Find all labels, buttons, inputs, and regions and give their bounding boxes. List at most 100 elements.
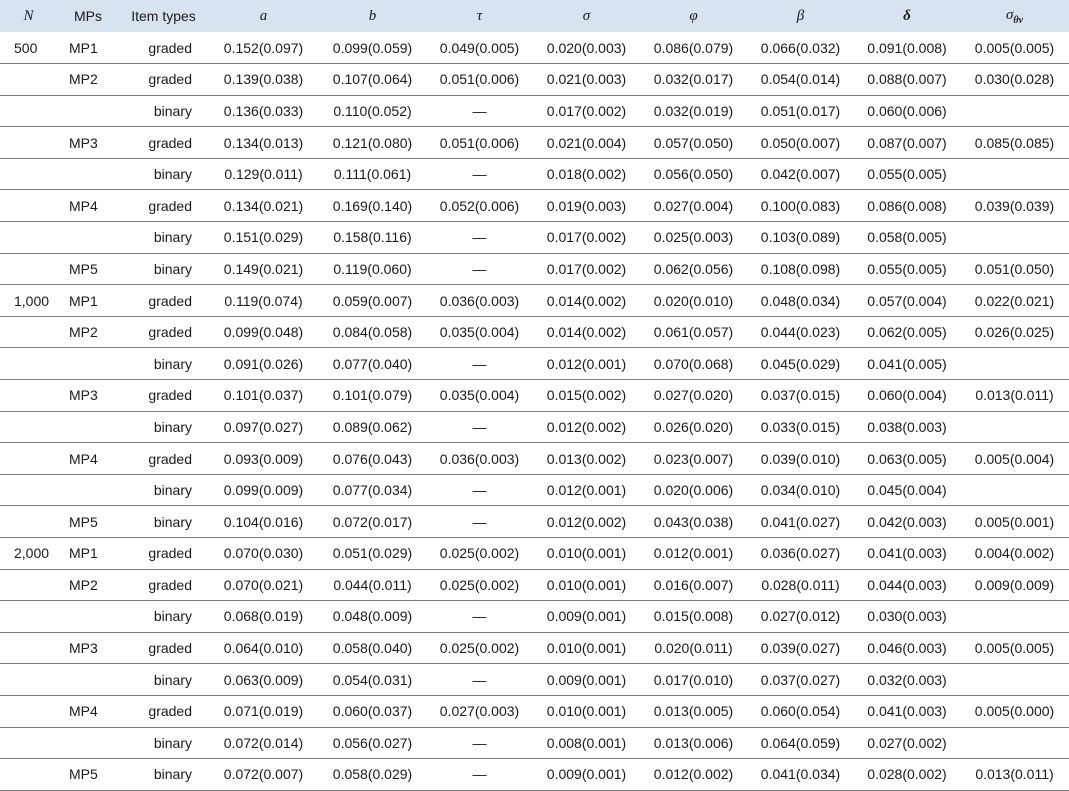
cell-n	[0, 189, 57, 222]
cell-b: 0.060(0.037)	[319, 694, 426, 728]
table-row: 1,000 MP1 graded 0.119(0.074) 0.059(0.007) 0.…	[0, 284, 1069, 317]
cell-sigma-theta-nu	[960, 94, 1069, 127]
table-row: 2,000 MP1 graded 0.070(0.030) 0.051(0.029) 0.…	[0, 537, 1069, 570]
cell-b: 0.048(0.009)	[319, 600, 426, 633]
cell-sigma-theta-nu	[960, 157, 1069, 190]
cell-sigma: 0.013(0.002)	[533, 442, 640, 475]
cell-n	[0, 631, 57, 664]
cell-item-type: graded	[119, 694, 208, 728]
header-sigma-theta-nu-label: σθν	[1005, 6, 1024, 26]
cell-item-type: graded	[119, 537, 208, 570]
cell-item-type: binary	[119, 221, 208, 254]
cell-delta: 0.041(0.003)	[854, 537, 960, 570]
cell-tau: 0.027(0.003)	[426, 694, 533, 728]
cell-sigma-theta-nu	[960, 221, 1069, 254]
cell-n: 1,000	[0, 284, 57, 317]
cell-sigma: 0.017(0.002)	[533, 221, 640, 254]
cell-item-type: binary	[119, 600, 208, 633]
cell-sigma: 0.017(0.002)	[533, 252, 640, 285]
cell-b: 0.084(0.058)	[319, 315, 426, 348]
cell-b: 0.119(0.060)	[319, 252, 426, 285]
cell-mp	[57, 410, 119, 443]
cell-delta: 0.028(0.002)	[854, 758, 960, 791]
cell-n: 500	[14, 39, 38, 56]
cell-delta: 0.038(0.003)	[854, 410, 960, 443]
table-row: MP2 graded 0.139(0.038) 0.107(0.064) 0.051(0…	[0, 63, 1069, 96]
cell-sigma: 0.009(0.001)	[533, 600, 640, 633]
header-delta: δ	[903, 7, 911, 24]
cell-phi: 0.057(0.050)	[640, 126, 747, 159]
cell-beta: 0.064(0.059)	[747, 726, 854, 759]
cell-n	[0, 63, 57, 96]
table-row: 500 MP1 graded 0.152(0.097) 0.099(0.059) 0.04…	[0, 32, 1069, 64]
cell-item-type: graded	[148, 39, 192, 56]
cell-tau: 0.051(0.006)	[426, 126, 533, 159]
cell-sigma-theta-nu	[960, 347, 1069, 380]
cell-item-type: binary	[119, 157, 208, 190]
cell-delta: 0.032(0.003)	[854, 663, 960, 696]
cell-sigma: 0.012(0.002)	[533, 505, 640, 538]
cell-a: 0.093(0.009)	[208, 442, 319, 475]
cell-delta: 0.042(0.003)	[854, 505, 960, 538]
cell-delta: 0.027(0.002)	[854, 726, 960, 759]
cell-item-type: graded	[119, 284, 208, 317]
cell-n	[0, 221, 57, 254]
cell-delta: 0.030(0.003)	[854, 600, 960, 633]
cell-beta: 0.051(0.017)	[747, 94, 854, 127]
table-row: MP4 graded 0.093(0.009) 0.076(0.043) 0.036(0…	[0, 442, 1069, 475]
cell-sigma: 0.012(0.002)	[533, 410, 640, 443]
table-row: binary 0.068(0.019) 0.048(0.009) —0.009(0.0…	[0, 600, 1069, 633]
cell-delta: 0.088(0.007)	[854, 63, 960, 96]
table-row: MP5 binary 0.072(0.007) 0.058(0.029) —0.009(…	[0, 758, 1069, 791]
cell-mp: MP1	[69, 39, 98, 56]
cell-a: 0.151(0.029)	[208, 221, 319, 254]
cell-delta: 0.058(0.005)	[854, 221, 960, 254]
cell-a: 0.129(0.011)	[208, 157, 319, 190]
cell-a: 0.064(0.010)	[208, 631, 319, 664]
cell-mp: MP2	[57, 315, 119, 348]
cell-tau: 0.052(0.006)	[426, 189, 533, 222]
cell-a: 0.072(0.007)	[208, 758, 319, 791]
cell-n	[0, 442, 57, 475]
cell-mp: MP5	[57, 758, 119, 791]
cell-sigma-theta-nu	[960, 410, 1069, 443]
cell-phi: 0.070(0.068)	[640, 347, 747, 380]
cell-sigma: 0.012(0.001)	[533, 347, 640, 380]
cell-sigma: 0.020(0.003)	[546, 39, 627, 56]
cell-tau: 0.036(0.003)	[426, 442, 533, 475]
cell-a: 0.099(0.048)	[208, 315, 319, 348]
cell-mp: MP3	[57, 126, 119, 159]
cell-mp	[57, 726, 119, 759]
cell-item-type: binary	[119, 505, 208, 538]
table-row: MP5 binary 0.149(0.021) 0.119(0.060) —0.017(…	[0, 252, 1069, 285]
cell-tau: —	[426, 726, 533, 759]
table-row: MP2 graded 0.070(0.021) 0.044(0.011) 0.025(0…	[0, 568, 1069, 601]
cell-mp: MP2	[57, 568, 119, 601]
cell-item-type: binary	[119, 473, 208, 506]
cell-b: 0.058(0.029)	[319, 758, 426, 791]
header-a: a	[259, 7, 268, 24]
cell-sigma: 0.017(0.002)	[533, 94, 640, 127]
cell-b: 0.121(0.080)	[319, 126, 426, 159]
cell-sigma: 0.008(0.001)	[533, 726, 640, 759]
header-sigma-theta-nu: σθν	[960, 0, 1069, 32]
cell-beta: 0.045(0.029)	[747, 347, 854, 380]
cell-mp: MP3	[57, 379, 119, 412]
header-tau: τ	[476, 7, 483, 24]
cell-tau: —	[426, 221, 533, 254]
cell-delta: 0.060(0.004)	[854, 379, 960, 412]
cell-tau: 0.049(0.005)	[439, 39, 520, 56]
cell-b: 0.158(0.116)	[319, 221, 426, 254]
cell-mp: MP1	[57, 284, 119, 317]
cell-delta: 0.086(0.008)	[854, 189, 960, 222]
cell-phi: 0.023(0.007)	[640, 442, 747, 475]
cell-a: 0.119(0.074)	[208, 284, 319, 317]
cell-tau: 0.036(0.003)	[426, 284, 533, 317]
cell-sigma-theta-nu: 0.026(0.025)	[960, 315, 1069, 348]
cell-n	[0, 726, 57, 759]
cell-n	[0, 410, 57, 443]
cell-delta: 0.045(0.004)	[854, 473, 960, 506]
cell-phi: 0.016(0.007)	[640, 568, 747, 601]
cell-sigma: 0.009(0.001)	[533, 663, 640, 696]
table-row: binary 0.151(0.029) 0.158(0.116) —0.017(0.0…	[0, 221, 1069, 254]
